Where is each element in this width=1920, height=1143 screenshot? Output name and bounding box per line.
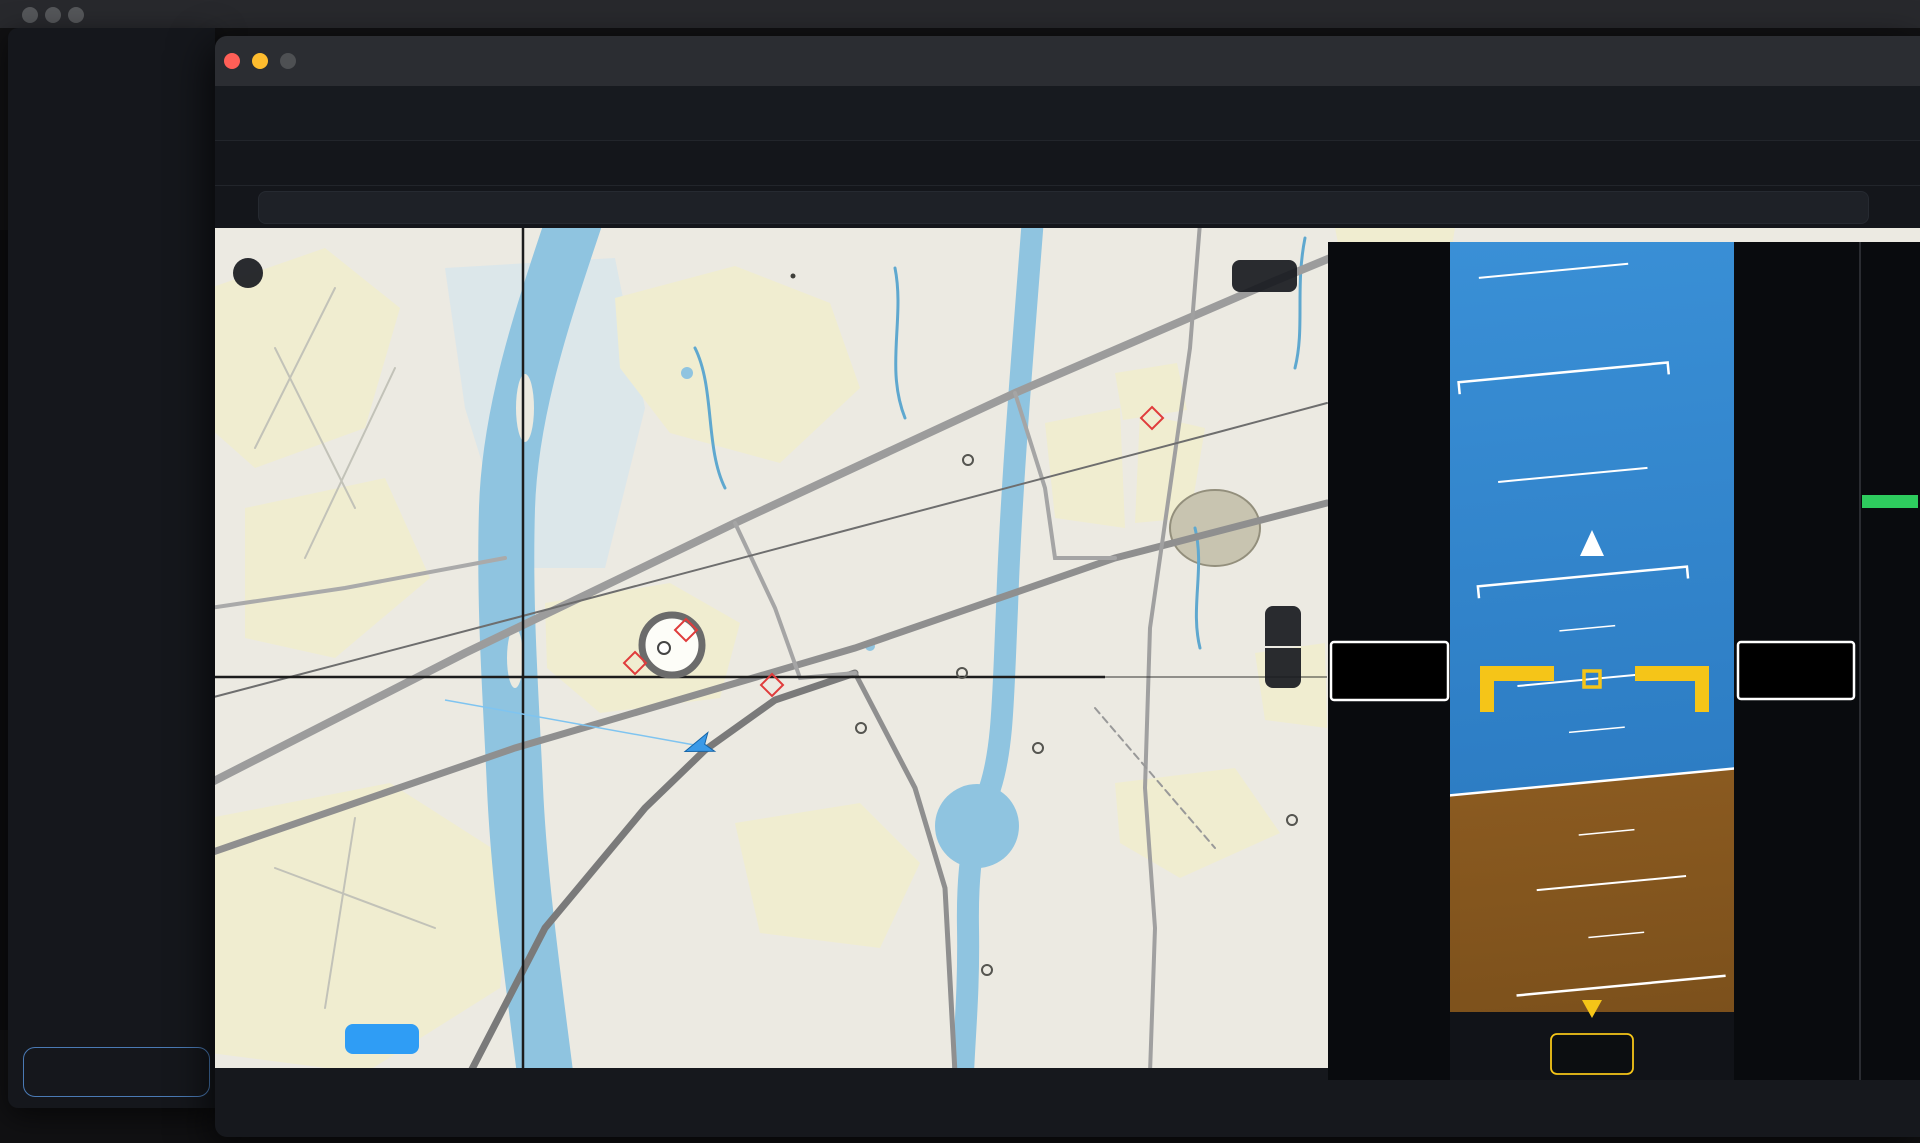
close-icon[interactable]	[224, 53, 240, 69]
chambly-basin	[935, 784, 1019, 868]
zoom-in-button[interactable]	[1265, 606, 1301, 646]
north-up-button[interactable]	[233, 258, 263, 288]
search-input[interactable]	[258, 191, 1869, 224]
background-window-titlebar	[0, 0, 1920, 28]
poh-sidebar-window	[8, 28, 215, 1108]
bottom-nav	[215, 1085, 1920, 1128]
sidebar-map-button[interactable]	[23, 1047, 210, 1097]
efb-header	[215, 86, 1920, 140]
zoom-window-icon[interactable]	[280, 53, 296, 69]
zoom-window-icon[interactable]	[68, 7, 84, 23]
altitude-readout	[1738, 642, 1854, 699]
pfd-panel	[1328, 242, 1920, 1080]
speed-readout	[1331, 642, 1448, 700]
vsi-bug	[1862, 495, 1918, 508]
close-icon[interactable]	[22, 7, 38, 23]
pfd-toggle-button[interactable]	[345, 1024, 419, 1054]
mountain	[1170, 490, 1260, 566]
minimize-icon[interactable]	[45, 7, 61, 23]
efb-titlebar	[215, 36, 1920, 86]
desktop	[0, 0, 1920, 1143]
airport-cyhu	[642, 615, 702, 675]
heading-strip	[1450, 1000, 1734, 1080]
zoom-out-button[interactable]	[1265, 648, 1301, 688]
efb-window	[215, 36, 1920, 1137]
free-pan-button[interactable]	[1232, 260, 1297, 292]
fpl-search-row	[215, 186, 1920, 228]
minimize-icon[interactable]	[252, 53, 268, 69]
flight-status-bar	[215, 140, 1920, 186]
